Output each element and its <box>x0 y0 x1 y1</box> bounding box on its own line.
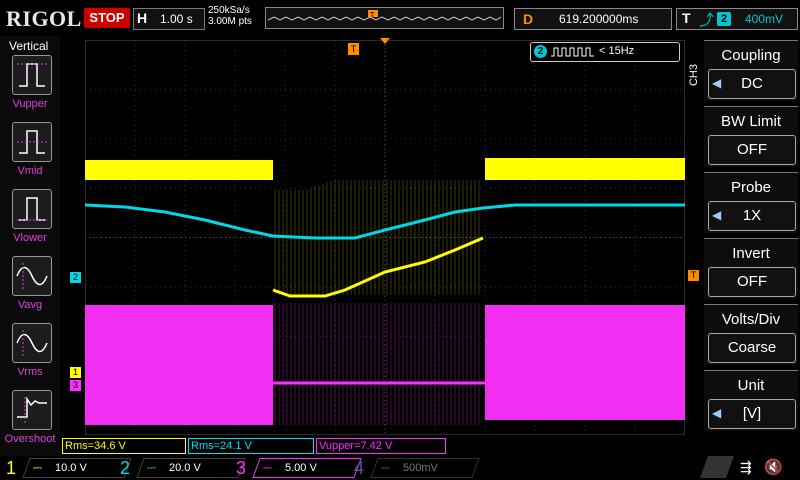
readout-ch2-rms: Rms=24.1 V <box>188 438 314 454</box>
left-menu-title: Vertical <box>9 39 49 53</box>
vavg-label: Vavg <box>17 299 43 311</box>
vlower-label: Vlower <box>13 232 47 244</box>
delay-value: 619.200000ms <box>559 12 639 26</box>
ch3-number[interactable]: 3 <box>236 458 246 479</box>
volts-div-title: Volts/Div <box>721 311 781 328</box>
ch3-offset-marker[interactable]: 3 <box>70 380 81 391</box>
invert-value: OFF <box>708 267 796 297</box>
trigger-level-marker[interactable]: T <box>688 270 699 281</box>
memory-overview-bar: T <box>265 7 504 29</box>
pulse-train-icon <box>551 47 594 57</box>
top-status-bar: RIGOL STOP H 1.00 s 250kSa/s 3.00M pts T… <box>0 0 800 36</box>
trigger-source-badge: 2 <box>717 12 731 26</box>
freq-channel-badge: 2 <box>534 45 547 58</box>
readout-ch1-rms: Rms=34.6 V <box>62 438 186 454</box>
rising-edge-icon: ⤴ <box>699 12 715 29</box>
ch3-waveform-right <box>485 305 685 420</box>
volts-div-value: Coarse <box>708 333 796 363</box>
acquisition-info: 250kSa/s 3.00M pts <box>208 5 252 27</box>
memory-depth: 3.00M pts <box>208 16 252 27</box>
unit-title: Unit <box>737 377 765 394</box>
ch2-offset-marker[interactable]: 2 <box>70 272 81 283</box>
invert-title: Invert <box>732 245 770 262</box>
ch3-waveform-left <box>85 305 273 425</box>
ch2-number[interactable]: 2 <box>120 458 130 479</box>
dc-coupling-icon: ⎓ <box>263 462 272 474</box>
bw-limit-title: BW Limit <box>721 113 781 130</box>
timebase-box[interactable]: H 1.00 s <box>133 8 205 30</box>
ch3-scale-box[interactable]: ⎓ 5.00 V <box>252 458 362 478</box>
trigger-letter: T <box>682 10 691 26</box>
invert-button[interactable]: Invert OFF <box>704 238 798 299</box>
dc-coupling-icon: ⎓ <box>33 462 42 474</box>
rotary-knob-icon: ◀ <box>712 406 722 420</box>
readout-ch3-vupper: Vupper=7.42 V <box>316 438 446 454</box>
sample-rate: 250kSa/s <box>208 5 250 16</box>
vupper-label: Vupper <box>12 98 48 110</box>
horizontal-offset-arrow-icon <box>380 38 390 44</box>
rotary-knob-icon: ◀ <box>712 208 722 222</box>
vmid-label: Vmid <box>17 165 43 177</box>
vrms-icon[interactable] <box>12 323 52 363</box>
waveform-display[interactable] <box>84 39 686 436</box>
probe-title: Probe <box>730 179 772 196</box>
vavg-icon[interactable] <box>12 256 52 296</box>
bw-limit-value: OFF <box>708 135 796 165</box>
sound-muted-icon[interactable]: 🔇 <box>764 458 783 476</box>
ch1-scale-box[interactable]: ⎓ 10.0 V <box>22 458 132 478</box>
waveform-canvas <box>84 39 686 436</box>
trigger-box[interactable]: T ⤴ 2 400mV <box>676 8 798 30</box>
vupper-icon[interactable] <box>12 55 52 95</box>
frequency-counter: 2 < 15Hz <box>530 42 680 62</box>
timebase-letter: H <box>137 10 148 26</box>
delay-box[interactable]: D 619.200000ms <box>514 8 672 30</box>
frequency-value: < 15Hz <box>599 45 635 57</box>
ch2-scale-box[interactable]: ⎓ 20.0 V <box>136 458 246 478</box>
overshoot-icon[interactable] <box>12 390 52 430</box>
coupling-title: Coupling <box>721 47 781 64</box>
usb-icon: ⇶ <box>740 459 752 475</box>
vrms-label: Vrms <box>17 366 43 378</box>
probe-button[interactable]: Probe 1X ◀ <box>704 172 798 233</box>
coupling-button[interactable]: Coupling DC ◀ <box>704 40 798 101</box>
dc-coupling-icon: ⎓ <box>147 462 156 474</box>
brand-logo: RIGOL <box>6 6 82 31</box>
vlower-icon[interactable] <box>12 189 52 229</box>
ch1-scale: 10.0 V <box>54 462 87 474</box>
ch2-scale: 20.0 V <box>168 462 201 474</box>
ch3-scale: 5.00 V <box>284 462 317 474</box>
ch4-scale-box[interactable]: ⎓ 500mV <box>370 458 480 478</box>
menu-channel-tag: CH3 <box>688 64 700 87</box>
ch1-waveform-right <box>485 158 685 180</box>
ch4-scale: 500mV <box>402 462 438 474</box>
vmid-icon[interactable] <box>12 122 52 162</box>
trigger-level: 400mV <box>745 12 784 26</box>
overshoot-label: Overshoot <box>4 433 56 445</box>
memory-waveform-icon: T <box>267 10 502 21</box>
rotary-knob-icon: ◀ <box>712 76 722 90</box>
ch1-waveform-left <box>85 160 273 180</box>
timebase-value: 1.00 s <box>160 12 193 26</box>
ch1-offset-marker[interactable]: 1 <box>70 367 81 378</box>
run-stop-indicator[interactable]: STOP <box>84 8 130 28</box>
delay-letter: D <box>523 11 534 27</box>
unit-button[interactable]: Unit [V] ◀ <box>704 370 798 431</box>
trigger-position-marker[interactable]: T <box>348 43 359 55</box>
ch4-number[interactable]: 4 <box>354 458 364 479</box>
dc-coupling-icon: ⎓ <box>381 462 390 474</box>
ch1-number[interactable]: 1 <box>6 458 16 479</box>
volts-div-button[interactable]: Volts/Div Coarse <box>704 304 798 365</box>
bw-limit-button[interactable]: BW Limit OFF <box>704 106 798 167</box>
svg-text:T: T <box>370 12 375 19</box>
